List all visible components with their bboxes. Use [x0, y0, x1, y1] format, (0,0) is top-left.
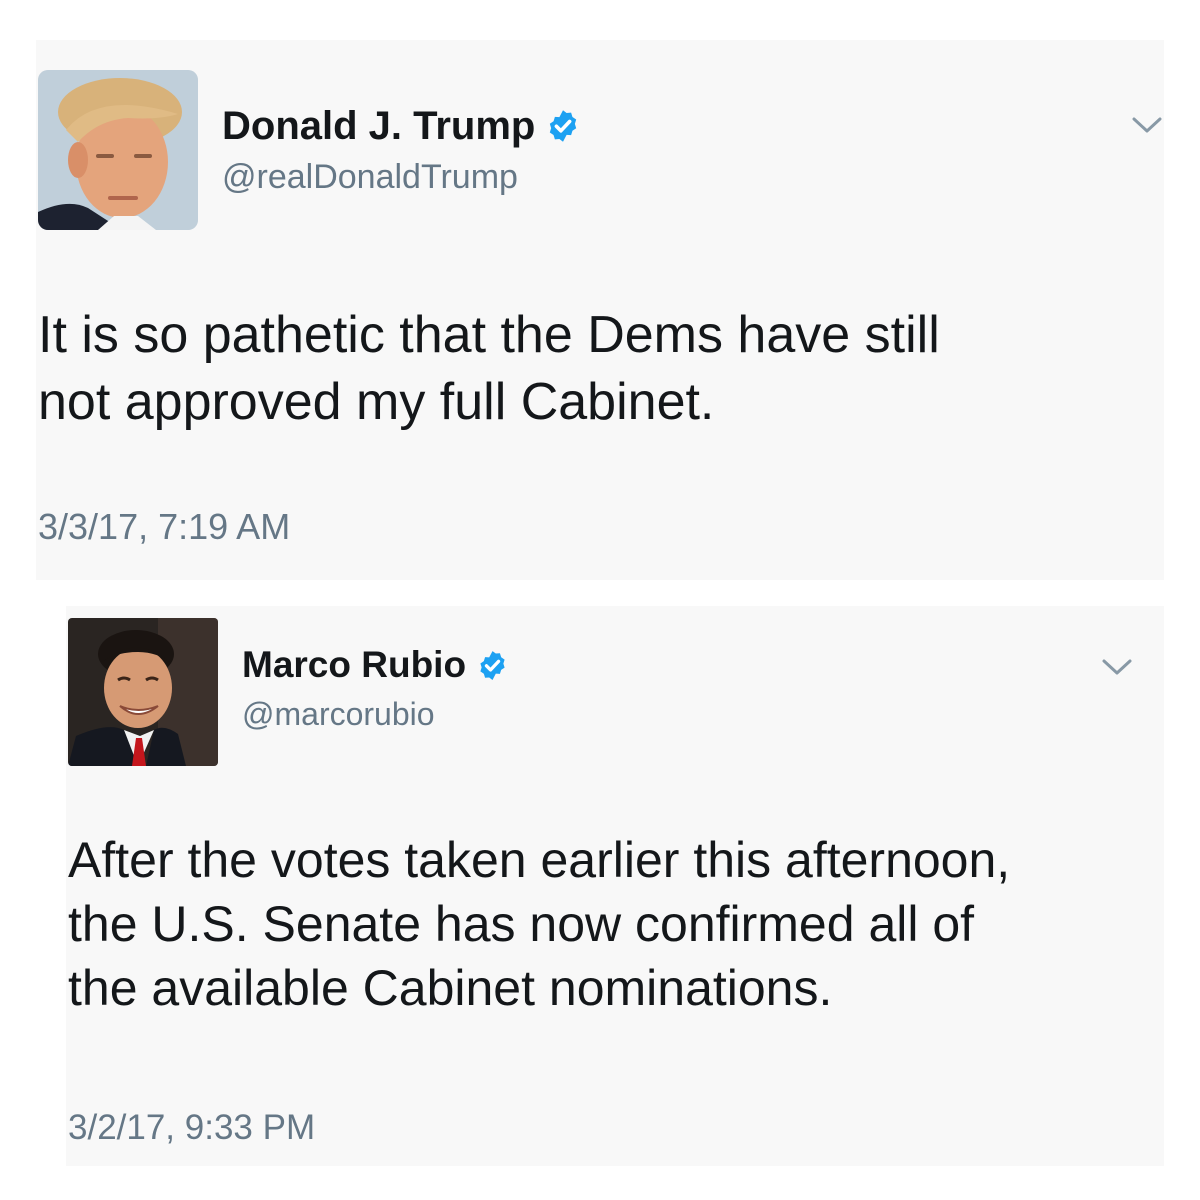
tweet-text-line: It is so pathetic that the Dems have sti…: [38, 306, 940, 364]
timestamp[interactable]: 3/2/17, 9:33 PM: [68, 1108, 315, 1148]
chevron-down-icon[interactable]: [1100, 656, 1134, 678]
verified-badge-icon: [476, 649, 509, 682]
chevron-down-icon[interactable]: [1130, 114, 1164, 136]
tweet-text: It is so pathetic that the Dems have sti…: [38, 302, 1138, 435]
verified-badge-icon: [545, 108, 581, 144]
avatar-photo-icon: [38, 70, 198, 230]
tweet-card[interactable]: Donald J. Trump @realDonaldTrump It is s…: [36, 40, 1164, 580]
tweet-text: After the votes taken earlier this after…: [68, 828, 1158, 1020]
avatar-photo-icon: [68, 618, 218, 766]
tweet-text-line: the U.S. Senate has now confirmed all of: [68, 896, 975, 952]
timestamp[interactable]: 3/3/17, 7:19 AM: [38, 506, 290, 548]
tweet-card[interactable]: Marco Rubio @marcorubio After the votes …: [66, 606, 1164, 1166]
tweet-text-line: not approved my full Cabinet.: [38, 372, 715, 431]
handle[interactable]: @marcorubio: [242, 696, 435, 733]
name-row: Donald J. Trump: [222, 100, 581, 152]
tweet-text-line: After the votes taken earlier this after…: [68, 832, 1011, 888]
handle[interactable]: @realDonaldTrump: [222, 158, 518, 197]
display-name[interactable]: Donald J. Trump: [222, 104, 535, 149]
avatar[interactable]: [38, 70, 198, 230]
display-name[interactable]: Marco Rubio: [242, 644, 466, 686]
avatar[interactable]: [68, 618, 218, 766]
name-row: Marco Rubio: [242, 642, 509, 688]
tweet-text-line: the available Cabinet nominations.: [68, 960, 833, 1016]
